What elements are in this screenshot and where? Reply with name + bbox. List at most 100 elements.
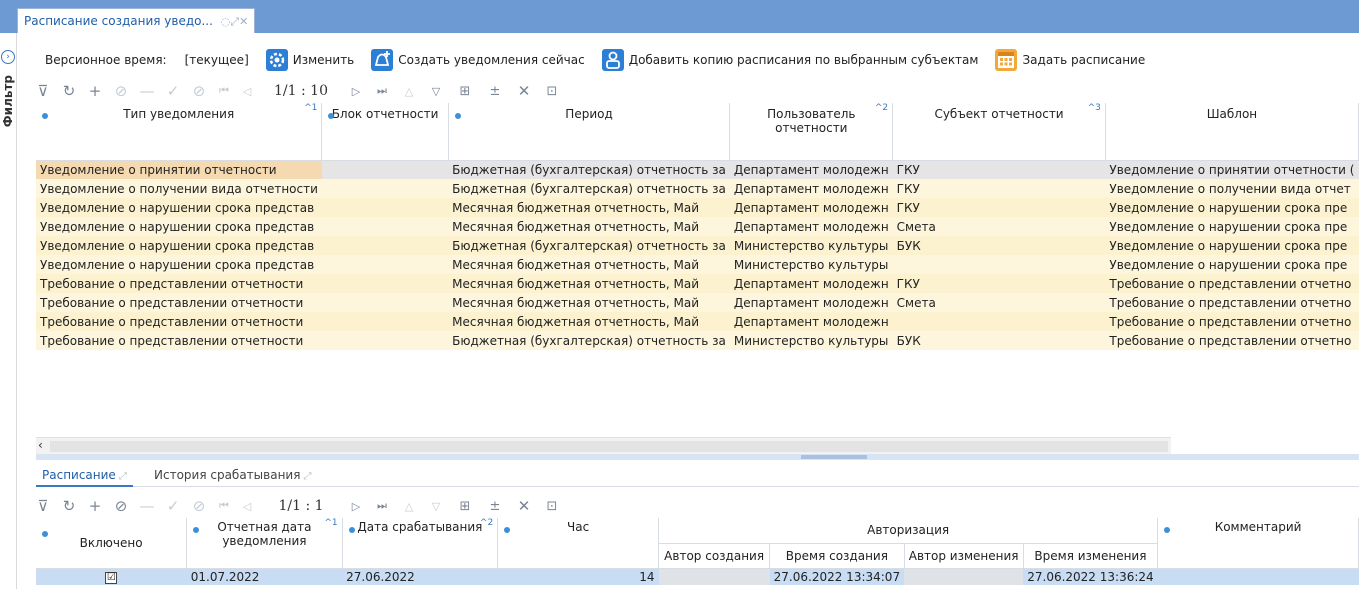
comment-cell[interactable]: [1157, 568, 1359, 585]
type-cell[interactable]: Требование о представлении отчетности: [36, 312, 322, 331]
col-header-modified-at[interactable]: Время изменения: [1023, 543, 1159, 569]
period-cell[interactable]: Месячная бюджетная отчетность, Май: [448, 293, 730, 312]
table-row[interactable]: Уведомление о нарушении срока представ Ме…: [36, 255, 1359, 274]
hour-cell[interactable]: 14: [497, 568, 659, 585]
col-header-trigger-date[interactable]: Дата срабатывания ^2: [342, 518, 499, 569]
cancel-icon[interactable]: ⊘: [186, 497, 212, 515]
type-cell[interactable]: Уведомление о принятии отчетности: [36, 160, 322, 179]
block-cell[interactable]: [321, 179, 449, 198]
add-icon[interactable]: +: [82, 82, 108, 100]
expand-filter-icon[interactable]: ›: [1, 50, 15, 64]
type-cell[interactable]: Уведомление о нарушении срока представ: [36, 255, 322, 274]
add-copy-button[interactable]: Добавить копию расписания по выбранным с…: [601, 48, 978, 72]
filter-rail-label[interactable]: Фильтр: [1, 75, 15, 127]
prev-page-icon[interactable]: ◁: [236, 500, 258, 513]
user-cell[interactable]: Департамент молодежн: [729, 198, 893, 217]
table-row[interactable]: Требование о представлении отчетности Бюд…: [36, 331, 1359, 350]
subject-cell[interactable]: БУК: [892, 236, 1106, 255]
user-cell[interactable]: Департамент молодежн: [729, 217, 893, 236]
remove-icon[interactable]: —: [134, 82, 160, 100]
table-row[interactable]: Требование о представлении отчетности Мес…: [36, 312, 1359, 331]
table-row[interactable]: Уведомление о нарушении срока представ Ме…: [36, 217, 1359, 236]
template-cell[interactable]: Требование о представлении отчетно: [1105, 274, 1359, 293]
col-header-period[interactable]: Период: [448, 103, 731, 161]
set-schedule-button[interactable]: Задать расписание: [994, 48, 1145, 72]
template-cell[interactable]: Уведомление о нарушении срока пре: [1105, 198, 1359, 217]
panel-splitter[interactable]: [36, 454, 1359, 460]
group-icon[interactable]: ⊞: [450, 499, 480, 514]
block-cell[interactable]: [321, 274, 449, 293]
filter-icon[interactable]: ⊽: [30, 497, 56, 515]
type-cell[interactable]: Уведомление о нарушении срока представ: [36, 236, 322, 255]
tab-schedule-notifications[interactable]: Расписание создания уведо... ◌⤢✕: [17, 8, 255, 33]
subject-cell[interactable]: ГКУ: [892, 274, 1106, 293]
template-cell[interactable]: Требование о представлении отчетно: [1105, 331, 1359, 350]
table-row[interactable]: Уведомление о нарушении срока представ Бю…: [36, 236, 1359, 255]
tab-history[interactable]: История срабатывания ⤢: [148, 464, 317, 487]
user-cell[interactable]: Департамент молодежн: [729, 179, 893, 198]
user-cell[interactable]: Департамент молодежн: [729, 274, 893, 293]
next-page-icon[interactable]: ▷: [344, 500, 368, 513]
user-cell[interactable]: Департамент молодежн: [729, 293, 893, 312]
period-cell[interactable]: Месячная бюджетная отчетность, Май: [448, 312, 730, 331]
type-cell[interactable]: Уведомление о нарушении срока представ: [36, 217, 322, 236]
tab-controls-icon[interactable]: ◌⤢✕: [221, 15, 249, 28]
period-cell[interactable]: Месячная бюджетная отчетность, Май: [448, 255, 730, 274]
subject-cell[interactable]: Смета: [892, 217, 1106, 236]
clear-icon[interactable]: ✕: [510, 82, 538, 100]
type-cell[interactable]: Уведомление о нарушении срока представ: [36, 198, 322, 217]
subject-cell[interactable]: [892, 312, 1106, 331]
period-cell[interactable]: Бюджетная (бухгалтерская) отчетность за: [448, 179, 730, 198]
settings-dropdown-icon[interactable]: ⊡: [538, 84, 566, 99]
subject-cell[interactable]: БУК: [892, 331, 1106, 350]
add-icon[interactable]: +: [82, 497, 108, 515]
group-icon[interactable]: ⊞: [450, 84, 480, 99]
table-row[interactable]: Уведомление о нарушении срока представ Ме…: [36, 198, 1359, 217]
move-up-icon[interactable]: △: [396, 85, 422, 98]
refresh-icon[interactable]: ↻: [56, 82, 82, 100]
block-cell[interactable]: [321, 160, 449, 179]
horizontal-scrollbar[interactable]: ‹: [36, 437, 1171, 454]
report-date-cell[interactable]: 01.07.2022: [186, 568, 343, 585]
template-cell[interactable]: Требование о представлении отчетно: [1105, 293, 1359, 312]
user-cell[interactable]: Министерство культуры: [729, 236, 893, 255]
trigger-date-cell[interactable]: 27.06.2022: [342, 568, 498, 585]
template-cell[interactable]: Уведомление о нарушении срока пре: [1105, 236, 1359, 255]
move-down-icon[interactable]: ▽: [422, 500, 450, 513]
table-row[interactable]: Уведомление о получении вида отчетности Б…: [36, 179, 1359, 198]
type-cell[interactable]: Уведомление о получении вида отчетности: [36, 179, 322, 198]
settings-dropdown-icon[interactable]: ⊡: [538, 499, 566, 514]
template-cell[interactable]: Требование о представлении отчетно: [1105, 312, 1359, 331]
template-cell[interactable]: Уведомление о нарушении срока пре: [1105, 255, 1359, 274]
period-cell[interactable]: Бюджетная (бухгалтерская) отчетность за: [448, 331, 730, 350]
period-cell[interactable]: Бюджетная (бухгалтерская) отчетность за: [448, 236, 730, 255]
col-header-template[interactable]: Шаблон: [1105, 103, 1359, 161]
next-page-icon[interactable]: ▷: [344, 85, 368, 98]
prev-page-icon[interactable]: ◁: [236, 85, 258, 98]
col-header-hour[interactable]: Час: [497, 518, 660, 569]
table-row[interactable]: Требование о представлении отчетности Мес…: [36, 293, 1359, 312]
last-page-icon[interactable]: ⏭: [368, 499, 396, 513]
move-down-icon[interactable]: ▽: [422, 85, 450, 98]
expand-groups-icon[interactable]: ±: [480, 499, 510, 514]
clear-icon[interactable]: ✕: [510, 497, 538, 515]
col-header-report-date[interactable]: Отчетная дата уведомления ^1: [186, 518, 343, 569]
col-header-type[interactable]: Тип уведомления ^1: [36, 103, 323, 161]
block-cell[interactable]: [321, 293, 449, 312]
edit-button[interactable]: Изменить: [265, 48, 354, 72]
cancel-icon[interactable]: ⊘: [186, 82, 212, 100]
remove-icon[interactable]: —: [134, 497, 160, 515]
subject-cell[interactable]: ГКУ: [892, 160, 1106, 179]
user-cell[interactable]: Министерство культуры: [729, 255, 893, 274]
create-now-button[interactable]: Создать уведомления сейчас: [370, 48, 585, 72]
scroll-thumb[interactable]: [50, 441, 1168, 452]
table-row[interactable]: Требование о представлении отчетности Мес…: [36, 274, 1359, 293]
period-cell[interactable]: Месячная бюджетная отчетность, Май: [448, 198, 730, 217]
subject-cell[interactable]: [892, 255, 1106, 274]
col-header-modified-by[interactable]: Автор изменения: [904, 543, 1024, 569]
enabled-checkbox[interactable]: ☑: [36, 568, 187, 585]
copy-icon[interactable]: ⊘: [108, 82, 134, 100]
schedule-row[interactable]: ☑ 01.07.2022 27.06.2022 14 27.06.2022 13…: [36, 568, 1359, 585]
user-cell[interactable]: Департамент молодежн: [729, 160, 893, 179]
col-header-created-by[interactable]: Автор создания: [658, 543, 771, 569]
